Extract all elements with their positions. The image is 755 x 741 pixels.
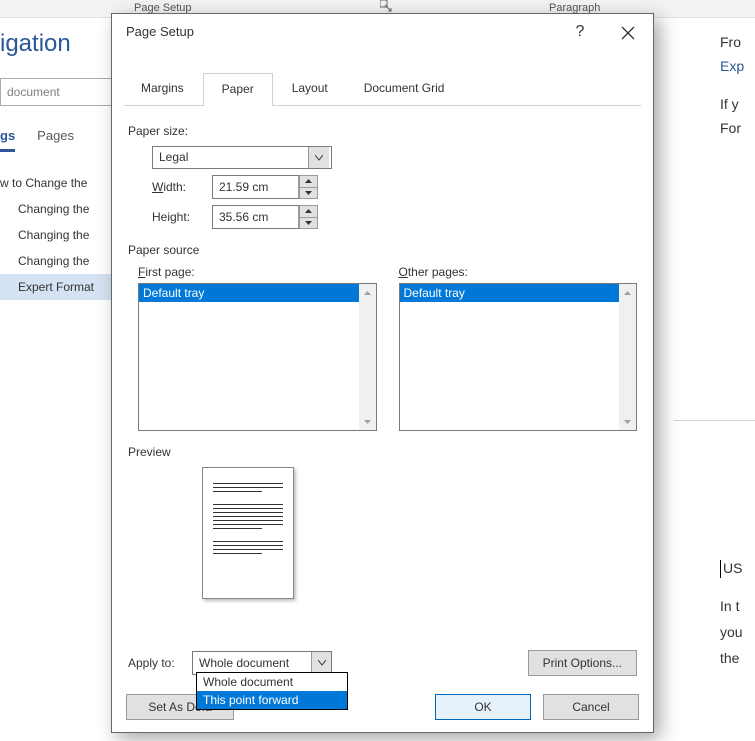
tab-margins[interactable]: Margins [124,72,201,105]
scroll-up-icon[interactable] [359,284,376,301]
ok-button[interactable]: OK [435,694,531,720]
apply-to-label: Apply to: [128,656,192,670]
close-icon [621,26,635,40]
dropdown-option-forward[interactable]: This point forward [197,691,347,709]
list-item[interactable]: Default tray [139,284,359,302]
paper-size-combo[interactable]: Legal [152,146,332,169]
help-button[interactable]: ? [565,22,595,44]
paper-source-label: Paper source [128,243,637,257]
tab-paper[interactable]: Paper [203,73,273,106]
other-pages-listbox[interactable]: Default tray [399,283,638,431]
preview-label: Preview [128,445,637,459]
scrollbar[interactable] [359,284,376,430]
tab-headings[interactable]: gs [0,128,15,152]
spin-down-icon[interactable] [299,187,318,200]
other-pages-label: Other pages: [399,265,638,279]
tab-pages[interactable]: Pages [37,128,74,152]
scrollbar[interactable] [619,284,636,430]
tab-document-grid[interactable]: Document Grid [347,72,462,105]
height-value[interactable]: 35.56 cm [213,206,299,228]
dropdown-option-whole[interactable]: Whole document [197,673,347,691]
paper-size-value: Legal [153,147,309,168]
tab-layout[interactable]: Layout [275,72,345,105]
first-page-label: First page: [138,265,377,279]
width-value[interactable]: 21.59 cm [213,176,299,198]
document-text-fragment: US In t you the [720,555,755,671]
spin-down-icon[interactable] [299,217,318,230]
height-spinner[interactable]: 35.56 cm [212,205,318,229]
chevron-down-icon[interactable] [311,652,331,674]
print-options-button[interactable]: Print Options... [528,650,637,676]
chevron-down-icon[interactable] [309,147,329,168]
navigation-tabs: gs Pages [0,128,74,152]
scroll-down-icon[interactable] [359,413,376,430]
dialog-title: Page Setup [126,24,194,39]
section-divider [674,420,755,421]
paper-size-label: Paper size: [128,124,637,138]
dialog-tabs: Margins Paper Layout Document Grid [124,72,641,106]
close-button[interactable] [613,20,643,46]
navigation-pane-title: igation [0,30,71,58]
scroll-down-icon[interactable] [619,413,636,430]
apply-to-dropdown[interactable]: Whole document This point forward [196,672,348,710]
width-label: Width: [152,180,212,194]
first-page-listbox[interactable]: Default tray [138,283,377,431]
dialog-titlebar: Page Setup ? [112,14,653,52]
height-label: Height: [152,210,212,224]
cancel-button[interactable]: Cancel [543,694,639,720]
preview-page-icon [202,467,294,599]
list-item[interactable]: Default tray [400,284,620,302]
width-spinner[interactable]: 21.59 cm [212,175,318,199]
scroll-up-icon[interactable] [619,284,636,301]
page-setup-dialog: Page Setup ? Margins Paper Layout Docume… [111,13,654,733]
apply-to-value: Whole document [193,652,311,674]
document-text-fragment: Fro Exp If y For [720,30,755,140]
text-cursor [720,560,721,578]
